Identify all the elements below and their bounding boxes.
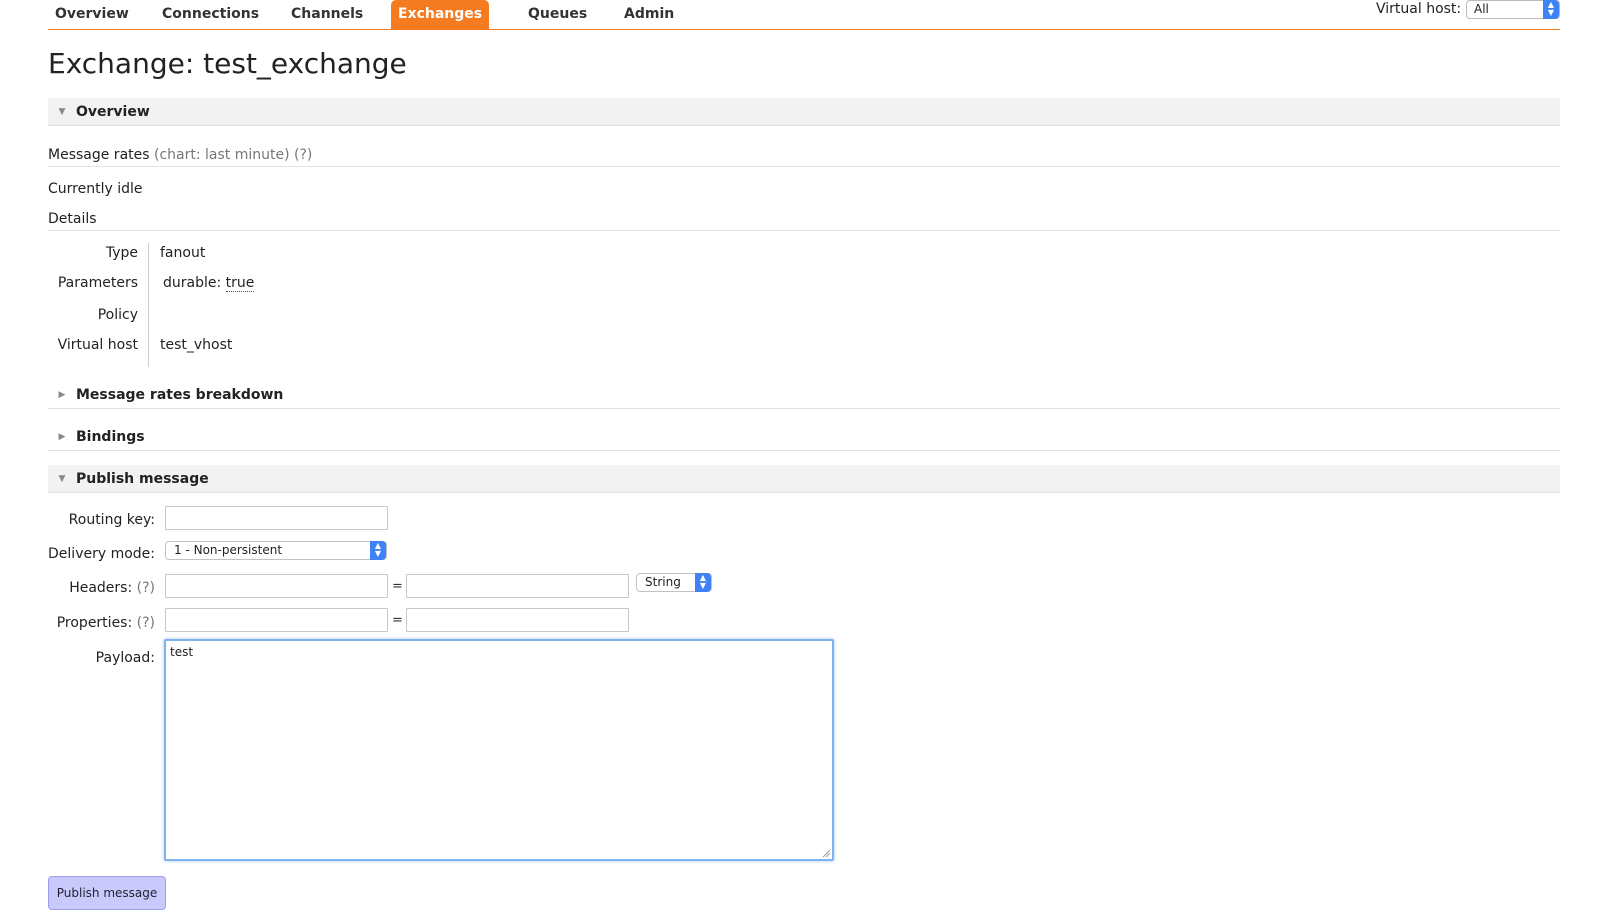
type-value: fanout [160,245,206,261]
delivery-mode-label: Delivery mode: [48,546,155,562]
routing-key-label: Routing key: [68,512,155,528]
headers-help[interactable]: (?) [137,580,155,596]
triangle-down-icon: ▼ [58,107,66,117]
tab-connections[interactable]: Connections [155,0,266,29]
tab-overview[interactable]: Overview [48,0,136,29]
equals-sign: = [392,579,403,594]
virtual-host-label: Virtual host: [1376,1,1462,17]
properties-help[interactable]: (?) [137,615,155,631]
details-divider [148,243,149,367]
top-nav: Overview Connections Channels Exchanges … [48,0,1560,30]
property-key-input[interactable] [165,608,388,632]
virtual-host-value: All [1474,2,1489,16]
bindings-section-header[interactable]: ▶ Bindings [48,423,1560,451]
tab-queues[interactable]: Queues [521,0,594,29]
publish-message-button[interactable]: Publish message [48,876,166,910]
header-type-value: String [645,575,681,589]
tab-exchanges[interactable]: Exchanges [391,0,490,29]
breakdown-section-title: Message rates breakdown [76,387,284,403]
payload-text: test [170,645,194,659]
payload-label: Payload: [95,650,155,666]
message-rates-breakdown-header[interactable]: ▶ Message rates breakdown [48,381,1560,409]
vhost-detail-label: Virtual host [57,337,138,353]
select-stepper-icon: ▲ ▼ [370,541,386,560]
tab-channels[interactable]: Channels [284,0,370,29]
select-stepper-icon: ▲ ▼ [695,573,711,592]
parameter-key: durable: [163,275,222,291]
select-stepper-icon: ▲ ▼ [1543,0,1559,19]
message-rates-label: Message rates [48,147,150,163]
overview-section-title: Overview [76,104,150,120]
properties-label-text: Properties: [56,615,133,631]
parameters-value: durable: true [163,273,255,293]
resize-grip-icon[interactable] [821,848,831,858]
type-label: Type [105,245,138,261]
headers-label-text: Headers: [69,580,133,596]
delivery-mode-select[interactable]: 1 - Non-persistent ▲ ▼ [165,541,387,560]
message-rates-heading: Message rates (chart: last minute) (?) [48,145,1560,167]
bindings-section-title: Bindings [76,429,145,445]
delivery-mode-value: 1 - Non-persistent [174,543,283,557]
payload-textarea[interactable]: test [164,639,834,861]
equals-sign: = [392,613,403,628]
parameters-label: Parameters [57,275,138,291]
message-rates-help[interactable]: (chart: last minute) (?) [154,147,312,163]
details-heading: Details [48,209,1560,231]
triangle-right-icon: ▶ [58,390,66,400]
tab-admin[interactable]: Admin [617,0,681,29]
properties-label: Properties: (?) [48,613,155,633]
header-type-select[interactable]: String ▲ ▼ [636,573,712,592]
page-title: Exchange: test_exchange [48,47,407,80]
headers-label: Headers: (?) [48,578,155,598]
header-key-input[interactable] [165,574,388,598]
header-value-input[interactable] [406,574,629,598]
property-value-input[interactable] [406,608,629,632]
publish-message-section-header[interactable]: ▼ Publish message [48,465,1560,493]
overview-section-header[interactable]: ▼ Overview [48,98,1560,126]
triangle-right-icon: ▶ [58,432,66,442]
virtual-host-select[interactable]: All ▲ ▼ [1466,0,1560,19]
parameter-value: true [225,275,255,292]
publish-section-title: Publish message [76,471,209,487]
routing-key-input[interactable] [165,506,388,530]
triangle-down-icon: ▼ [58,474,66,484]
status-text: Currently idle [48,181,143,197]
policy-label: Policy [97,307,138,323]
vhost-detail-value: test_vhost [160,337,233,353]
